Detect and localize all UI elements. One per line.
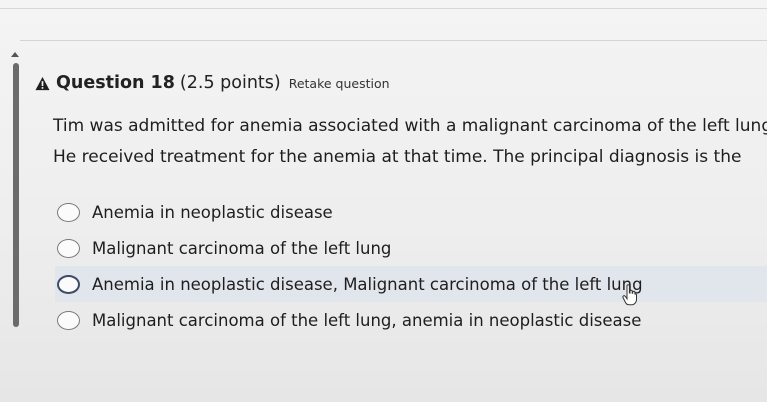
answer-option-label: Malignant carcinoma of the left lung bbox=[92, 238, 392, 258]
question-points: (2.5 points) bbox=[179, 73, 281, 93]
question-header: Question 18 (2.5 points) Retake question bbox=[35, 69, 390, 97]
retake-question-link[interactable]: Retake question bbox=[289, 76, 390, 91]
top-divider bbox=[0, 8, 767, 9]
prompt-line: Tim was admitted for anemia associated w… bbox=[53, 116, 767, 136]
answer-options: Anemia in neoplastic disease Malignant c… bbox=[55, 194, 767, 338]
scrollbar[interactable] bbox=[13, 63, 19, 327]
radio-button[interactable] bbox=[57, 310, 80, 330]
answer-option-4[interactable]: Malignant carcinoma of the left lung, an… bbox=[55, 302, 767, 338]
answer-option-label: Anemia in neoplastic disease, Malignant … bbox=[92, 274, 643, 294]
question-prompt: Tim was admitted for anemia associated w… bbox=[53, 111, 767, 173]
answer-option-3[interactable]: Anemia in neoplastic disease, Malignant … bbox=[55, 266, 767, 306]
answer-option-2[interactable]: Malignant carcinoma of the left lung bbox=[55, 230, 767, 266]
answer-option-label: Malignant carcinoma of the left lung, an… bbox=[92, 310, 642, 330]
radio-button[interactable] bbox=[57, 274, 80, 294]
warning-triangle-icon bbox=[35, 76, 50, 90]
answer-option-1[interactable]: Anemia in neoplastic disease bbox=[55, 194, 767, 230]
prompt-line: He received treatment for the anemia at … bbox=[53, 147, 742, 167]
question-title: Question 18 bbox=[56, 73, 175, 93]
scroll-up-arrow-icon[interactable] bbox=[11, 52, 19, 57]
answer-option-label: Anemia in neoplastic disease bbox=[92, 202, 333, 222]
radio-button[interactable] bbox=[57, 202, 80, 222]
section-divider bbox=[20, 40, 767, 41]
radio-button[interactable] bbox=[57, 238, 80, 258]
